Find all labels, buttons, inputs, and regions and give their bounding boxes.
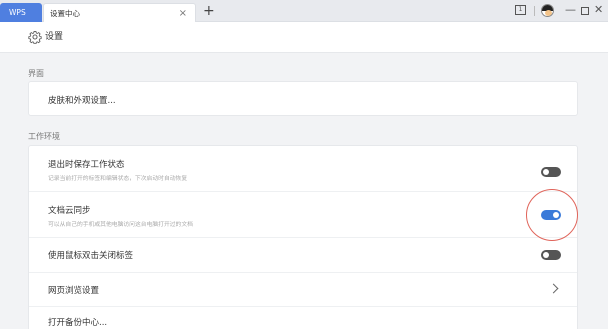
maximize-button[interactable] <box>581 7 589 15</box>
row-skin-appearance[interactable]: 皮肤和外观设置... <box>29 82 577 117</box>
section-label-workspace: 工作环境 <box>28 132 60 141</box>
save-work-state-toggle[interactable] <box>541 167 561 177</box>
minimize-button[interactable]: — <box>565 2 576 18</box>
card-workspace: 退出时保存工作状态 记录当前打开的标签和编辑状态，下次启动时自动恢复 文档云同步… <box>28 145 578 329</box>
row-title: 文档云同步 <box>48 206 91 216</box>
card-interface: 皮肤和外观设置... <box>28 81 578 116</box>
gear-icon <box>28 31 42 44</box>
section-label-interface: 界面 <box>28 69 44 78</box>
window-list-icon[interactable]: 1 <box>515 5 526 15</box>
row-title: 皮肤和外观设置... <box>48 96 116 106</box>
row-title: 退出时保存工作状态 <box>48 160 125 170</box>
tab-settings-center[interactable]: 设置中心 × <box>43 3 196 23</box>
row-title: 打开备份中心... <box>48 318 108 328</box>
highlight-circle <box>526 189 578 241</box>
close-icon[interactable]: × <box>179 4 187 23</box>
tab-bar: WPS 设置中心 × + 1 — ✕ <box>0 0 608 23</box>
row-double-click-close-tab: 使用鼠标双击关闭标签 <box>29 238 577 273</box>
page-title: 设置 <box>45 32 64 42</box>
tab-wps-home[interactable]: WPS <box>0 3 42 22</box>
avatar[interactable] <box>541 4 554 17</box>
row-description: 记录当前打开的标签和编辑状态，下次启动时自动恢复 <box>48 176 188 182</box>
tab-title: 设置中心 <box>50 9 80 18</box>
window-close-button[interactable]: ✕ <box>594 2 603 18</box>
row-description: 可以从自己的手机或其他电脑访问这台电脑打开过的文档 <box>48 222 193 228</box>
toggle-knob <box>543 169 549 175</box>
avatar-face <box>545 10 552 16</box>
row-title: 网页浏览设置 <box>48 286 100 296</box>
row-cloud-sync: 文档云同步 可以从自己的手机或其他电脑访问这台电脑打开过的文档 <box>29 192 577 238</box>
row-web-browsing-settings[interactable]: 网页浏览设置 <box>29 273 577 307</box>
toggle-knob <box>543 252 549 258</box>
page-header: 设置 <box>0 22 608 53</box>
row-save-work-state: 退出时保存工作状态 记录当前打开的标签和编辑状态，下次启动时自动恢复 <box>29 146 577 192</box>
chevron-right-icon <box>548 283 559 294</box>
row-title: 使用鼠标双击关闭标签 <box>48 251 134 261</box>
divider <box>534 6 535 16</box>
double-click-close-tab-toggle[interactable] <box>541 250 561 260</box>
new-tab-button[interactable]: + <box>203 2 215 20</box>
row-open-backup-center[interactable]: 打开备份中心... <box>29 307 577 329</box>
